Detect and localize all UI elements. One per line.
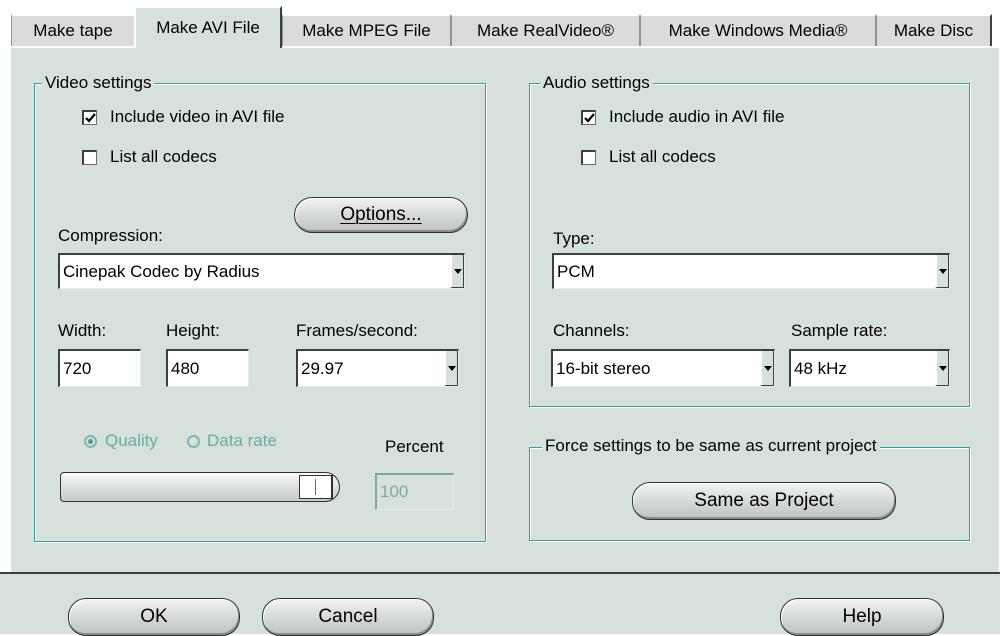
- compression-select[interactable]: Cinepak Codec by Radius: [58, 253, 465, 289]
- width-value: 720: [63, 358, 92, 378]
- tab-label: Make tape: [33, 21, 113, 40]
- tab-make-windows-media[interactable]: Make Windows Media®: [640, 14, 876, 46]
- help-button[interactable]: Help: [780, 598, 944, 636]
- channels-select[interactable]: 16-bit stereo: [551, 349, 775, 387]
- checkmark-icon: [583, 112, 595, 123]
- include-audio-label: Include audio in AVI file: [609, 107, 785, 126]
- channels-value: 16-bit stereo: [556, 358, 651, 378]
- fps-label: Frames/second:: [296, 321, 418, 340]
- chevron-down-icon[interactable]: [760, 351, 774, 386]
- tab-make-tape[interactable]: Make tape: [11, 14, 135, 46]
- help-button-label: Help: [842, 606, 882, 627]
- sample-rate-select[interactable]: 48 kHz: [789, 349, 950, 387]
- cancel-button[interactable]: Cancel: [262, 598, 434, 636]
- percent-label: Percent: [385, 437, 444, 456]
- checkmark-icon: [84, 112, 96, 123]
- quality-slider-thumb[interactable]: [299, 475, 333, 499]
- tab-make-mpeg-file[interactable]: Make MPEG File: [282, 14, 451, 46]
- tab-label: Make Disc: [893, 21, 974, 40]
- video-settings-legend: Video settings: [42, 73, 155, 93]
- width-input[interactable]: 720: [58, 349, 141, 387]
- fps-value: 29.97: [301, 358, 344, 378]
- audio-type-select[interactable]: PCM: [552, 253, 950, 289]
- chevron-down-icon[interactable]: [935, 351, 949, 386]
- quality-label: Quality: [105, 431, 158, 450]
- include-video-checkbox[interactable]: [82, 110, 97, 125]
- sample-rate-label: Sample rate:: [791, 321, 888, 340]
- same-as-project-label: Same as Project: [694, 490, 834, 511]
- audio-list-all-codecs-label: List all codecs: [609, 147, 716, 166]
- percent-value: 100: [380, 482, 409, 501]
- ok-button-label: OK: [140, 606, 168, 627]
- options-button[interactable]: Options...: [294, 197, 468, 233]
- audio-list-all-codecs-checkbox[interactable]: [581, 150, 596, 165]
- chevron-down-icon[interactable]: [935, 255, 949, 288]
- fps-select[interactable]: 29.97: [296, 349, 459, 387]
- audio-type-value: PCM: [557, 261, 595, 281]
- compression-label: Compression:: [58, 226, 163, 245]
- audio-type-label: Type:: [553, 229, 595, 248]
- ok-button[interactable]: OK: [68, 598, 240, 636]
- force-settings-legend: Force settings to be same as current pro…: [542, 436, 880, 456]
- percent-input[interactable]: 100: [375, 473, 454, 510]
- same-as-project-button[interactable]: Same as Project: [632, 482, 896, 520]
- width-label: Width:: [58, 321, 107, 340]
- tab-label: Make RealVideo®: [477, 21, 614, 40]
- tab-make-avi-file[interactable]: Make AVI File: [134, 6, 282, 48]
- compression-value: Cinepak Codec by Radius: [63, 261, 260, 281]
- height-value: 480: [171, 358, 200, 378]
- tab-make-disc[interactable]: Make Disc: [876, 14, 992, 46]
- tab-make-realvideo[interactable]: Make RealVideo®: [451, 14, 640, 46]
- cancel-button-label: Cancel: [318, 606, 378, 627]
- quality-slider[interactable]: [60, 472, 340, 502]
- tab-label: Make Windows Media®: [668, 21, 848, 40]
- options-button-label: Options...: [340, 204, 422, 225]
- data-rate-label: Data rate: [207, 431, 277, 450]
- audio-settings-legend: Audio settings: [540, 73, 653, 93]
- include-audio-checkbox[interactable]: [581, 110, 596, 125]
- data-rate-radio[interactable]: [187, 435, 200, 448]
- sample-rate-value: 48 kHz: [794, 358, 847, 378]
- tab-label: Make AVI File: [156, 18, 260, 37]
- channels-label: Channels:: [553, 321, 630, 340]
- height-input[interactable]: 480: [166, 349, 249, 387]
- include-video-label: Include video in AVI file: [110, 107, 285, 126]
- tab-bar: Make tape Make AVI File Make MPEG File M…: [0, 0, 1000, 48]
- quality-radio[interactable]: [84, 435, 97, 448]
- video-list-all-codecs-checkbox[interactable]: [82, 150, 97, 165]
- height-label: Height:: [166, 321, 220, 340]
- video-list-all-codecs-label: List all codecs: [110, 147, 217, 166]
- chevron-down-icon[interactable]: [444, 351, 458, 386]
- chevron-down-icon[interactable]: [450, 255, 464, 288]
- tab-label: Make MPEG File: [302, 21, 431, 40]
